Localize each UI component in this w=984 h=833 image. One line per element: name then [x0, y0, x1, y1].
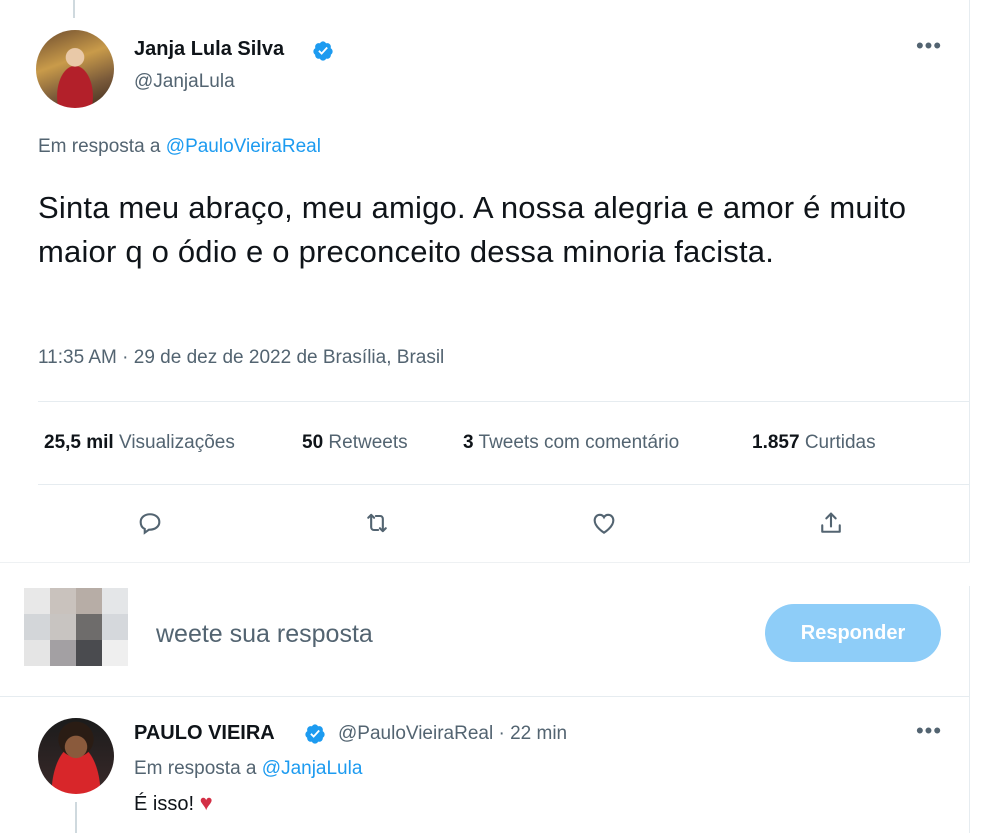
tweet-timestamp[interactable]: 11:35 AM · 29 de dez de 2022 de Brasília… — [38, 347, 444, 369]
thread-line — [75, 802, 77, 833]
reply-button[interactable]: Responder — [765, 604, 941, 662]
thread-line — [73, 0, 75, 18]
reply-handle-link[interactable]: @PauloVieiraReal — [166, 136, 321, 157]
avatar[interactable] — [38, 718, 114, 794]
tweet-text: Sinta meu abraço, meu amigo. A nossa ale… — [38, 190, 907, 269]
quotes-stat[interactable]: 3 Tweets com comentário — [463, 432, 679, 454]
tweet-actions — [0, 505, 970, 545]
views-stat[interactable]: 25,5 mil Visualizações — [44, 432, 235, 454]
tweet-text: É isso! ♥ — [134, 790, 213, 815]
author-handle[interactable]: @PauloVieiraReal — [338, 723, 493, 744]
share-icon[interactable] — [813, 505, 849, 541]
verified-badge-icon — [313, 41, 333, 61]
reply-meta: @PauloVieiraReal · 22 min — [338, 723, 567, 745]
verified-badge-icon — [305, 724, 325, 744]
red-heart-emoji-icon: ♥ — [199, 790, 213, 815]
user-avatar-pixelated — [24, 588, 128, 666]
divider — [38, 401, 970, 402]
more-options-icon[interactable]: ••• — [914, 35, 944, 60]
like-icon[interactable] — [586, 505, 622, 541]
likes-stat[interactable]: 1.857 Curtidas — [752, 432, 876, 454]
reply-prefix: Em resposta a — [38, 136, 161, 157]
retweet-icon[interactable] — [359, 505, 395, 541]
reply-prefix: Em resposta a — [134, 758, 257, 779]
reply-icon[interactable] — [132, 505, 168, 541]
section-separator — [0, 562, 970, 586]
author-name[interactable]: Janja Lula Silva — [134, 38, 284, 61]
divider — [0, 696, 970, 697]
divider — [38, 484, 970, 485]
reply-handle-link[interactable]: @JanjaLula — [262, 758, 363, 779]
tweet-time[interactable]: · 22 min — [498, 723, 567, 744]
reply-input[interactable]: weete sua resposta — [156, 620, 373, 649]
timeline-frame: Janja Lula Silva @JanjaLula ••• Em respo… — [0, 0, 970, 833]
author-name[interactable]: PAULO VIEIRA — [134, 722, 275, 745]
retweets-stat[interactable]: 50 Retweets — [302, 432, 408, 454]
reply-context: Em resposta a @JanjaLula — [134, 758, 362, 780]
more-options-icon[interactable]: ••• — [914, 720, 944, 745]
author-handle[interactable]: @JanjaLula — [134, 71, 235, 93]
reply-context: Em resposta a @PauloVieiraReal — [38, 136, 321, 158]
avatar[interactable] — [36, 30, 114, 108]
